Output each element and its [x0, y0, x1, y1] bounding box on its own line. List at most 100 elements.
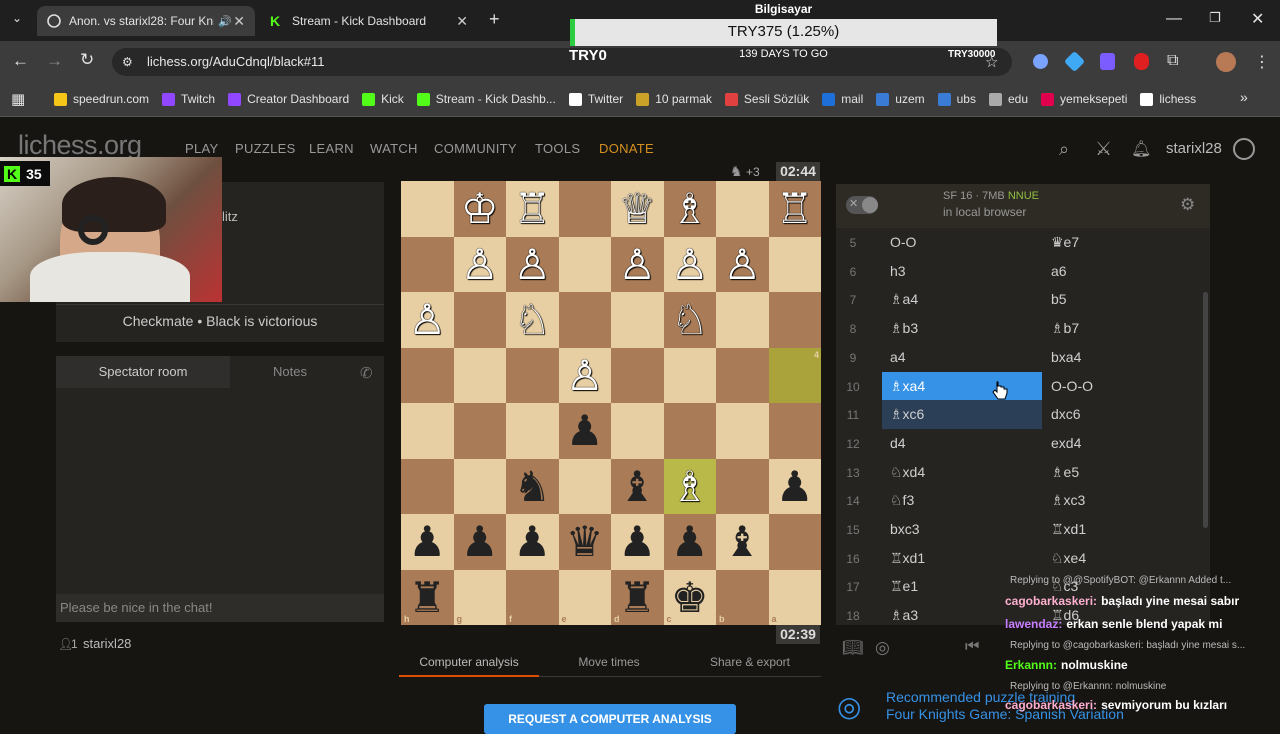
board-square[interactable] — [401, 403, 454, 459]
chess-piece[interactable]: ♝ — [611, 459, 664, 514]
opening-book-icon[interactable]: 📖︎ — [842, 638, 864, 658]
tab-move-times[interactable]: Move times — [539, 655, 679, 677]
chess-piece[interactable]: ♛ — [559, 514, 612, 569]
nav-play[interactable]: PLAY — [185, 141, 218, 156]
request-analysis-button[interactable]: REQUEST A COMPUTER ANALYSIS — [484, 704, 736, 734]
engine-toggle[interactable]: ✕ — [846, 196, 878, 214]
black-move[interactable]: ♗e5 — [1043, 458, 1203, 487]
chess-piece[interactable]: ♔ — [454, 181, 507, 236]
black-move[interactable]: b5 — [1043, 285, 1203, 314]
white-move[interactable]: d4 — [882, 429, 1042, 458]
apps-grid-icon[interactable]: ▦ — [11, 90, 25, 108]
white-move[interactable]: ♗xa4 — [882, 371, 1042, 401]
chat-settings-icon[interactable]: ✆ — [360, 364, 373, 382]
spectator-name[interactable]: starixl28 — [83, 636, 131, 651]
move-list-scrollbar[interactable] — [1203, 292, 1208, 528]
bookmark-item[interactable]: lichess — [1140, 92, 1196, 106]
chess-piece[interactable]: ♟ — [454, 514, 507, 569]
chess-piece[interactable]: ♝ — [716, 514, 769, 569]
board-square[interactable] — [611, 292, 664, 348]
board-square[interactable] — [401, 347, 454, 403]
bell-icon[interactable]: 🔔︎ — [1131, 139, 1151, 159]
chess-piece[interactable]: ♙ — [506, 237, 559, 292]
white-move[interactable]: O-O — [882, 228, 1042, 257]
black-move[interactable]: exd4 — [1043, 429, 1203, 458]
chess-piece[interactable]: ♟ — [559, 403, 612, 458]
extension-icon[interactable] — [1033, 54, 1048, 69]
forward-icon[interactable]: → — [46, 51, 63, 71]
chess-piece[interactable]: ♙ — [716, 237, 769, 292]
board-square[interactable] — [558, 236, 611, 292]
nav-community[interactable]: COMMUNITY — [434, 141, 517, 156]
first-move-icon[interactable]: ⏮ — [965, 638, 979, 656]
bookmark-item[interactable]: uzem — [876, 92, 925, 106]
board-square[interactable] — [716, 403, 769, 459]
tab-notes[interactable]: Notes — [230, 356, 350, 388]
nav-puzzles[interactable]: PUZZLES — [235, 141, 296, 156]
board-square[interactable] — [716, 347, 769, 403]
board-square[interactable] — [453, 403, 506, 459]
chess-piece[interactable]: ♙ — [401, 292, 454, 347]
board-square[interactable] — [401, 458, 454, 514]
chess-board[interactable]: ♔ ♖ ♕ ♗ ♖ ♙ ♙ ♙ ♙ ♙ ♙ ♘ ♘ ♙ ♟ ♞ ♝ ♗ ♟ ♟ ♟ ♟ ♛ ♟ ♟ ♝ ♜ ♜ ♚ 1 2 3 4 5 6 7 8 h g f… — [401, 181, 821, 625]
chess-piece[interactable]: ♙ — [559, 348, 612, 403]
white-move[interactable]: ♗xc6 — [882, 400, 1042, 429]
white-move[interactable]: ♗a4 — [882, 285, 1042, 314]
board-square[interactable] — [453, 292, 506, 348]
chess-piece[interactable]: ♘ — [664, 292, 717, 347]
nav-tools[interactable]: TOOLS — [535, 141, 580, 156]
chess-piece[interactable]: ♟ — [611, 514, 664, 569]
bookmark-item[interactable]: 10 parmak — [636, 92, 712, 106]
white-move[interactable]: a4 — [882, 343, 1042, 372]
nav-learn[interactable]: LEARN — [309, 141, 354, 156]
bookmark-item[interactable]: Twitter — [568, 92, 623, 106]
back-icon[interactable]: ← — [12, 51, 29, 71]
board-square[interactable] — [401, 236, 454, 292]
tab-spectator-room[interactable]: Spectator room — [56, 356, 230, 388]
board-square[interactable] — [611, 347, 664, 403]
chess-piece[interactable]: ♙ — [454, 237, 507, 292]
board-square[interactable] — [716, 458, 769, 514]
tab-search-icon[interactable]: ⌄ — [12, 11, 22, 25]
more-bookmarks-icon[interactable]: » — [1240, 89, 1248, 105]
chess-piece[interactable]: ♕ — [611, 181, 664, 236]
black-move[interactable]: bxa4 — [1043, 343, 1203, 372]
window-close-icon[interactable]: ✕ — [1251, 9, 1264, 29]
black-move[interactable]: ♗xc3 — [1043, 486, 1203, 515]
board-square[interactable] — [506, 569, 559, 625]
bookmark-item[interactable]: mail — [822, 92, 863, 106]
restore-icon[interactable]: ❐ — [1209, 10, 1221, 26]
chess-piece[interactable]: ♟ — [664, 514, 717, 569]
white-move[interactable]: ♗b3 — [882, 314, 1042, 343]
board-square[interactable] — [558, 458, 611, 514]
board-square[interactable] — [611, 403, 664, 459]
black-move[interactable]: dxc6 — [1043, 400, 1203, 429]
bookmark-item[interactable]: Sesli Sözlük — [724, 92, 809, 106]
white-move[interactable]: ♖xd1 — [882, 544, 1042, 573]
shield-extension-icon[interactable] — [1100, 53, 1115, 70]
bookmark-item[interactable]: speedrun.com — [54, 92, 149, 106]
chess-piece[interactable]: ♗ — [664, 459, 717, 514]
bookmark-item[interactable]: Creator Dashboard — [228, 92, 349, 106]
nav-donate[interactable]: DONATE — [599, 141, 654, 156]
bookmark-item[interactable]: Twitch — [162, 92, 215, 106]
black-move[interactable]: ♖xd1 — [1043, 515, 1203, 544]
swords-icon[interactable]: ⚔ — [1095, 138, 1112, 161]
chess-piece[interactable]: ♟ — [506, 514, 559, 569]
chess-piece[interactable]: ♘ — [506, 292, 559, 347]
new-tab-icon[interactable]: + — [489, 9, 500, 30]
black-move[interactable]: ♛e7 — [1043, 228, 1203, 257]
bookmark-item[interactable]: Stream - Kick Dashb... — [416, 92, 556, 106]
extension-icon[interactable] — [1134, 53, 1149, 70]
tab-share-export[interactable]: Share & export — [679, 655, 821, 677]
board-square[interactable] — [558, 292, 611, 348]
site-info-icon[interactable]: ⚙ — [122, 55, 133, 69]
board-square[interactable] — [453, 347, 506, 403]
board-square[interactable] — [558, 181, 611, 237]
tab-computer-analysis[interactable]: Computer analysis — [399, 655, 539, 677]
reload-icon[interactable]: ↻ — [80, 50, 94, 70]
chess-piece[interactable]: ♗ — [664, 181, 717, 236]
user-avatar-icon[interactable] — [1233, 138, 1255, 160]
profile-avatar[interactable] — [1216, 52, 1236, 72]
nav-watch[interactable]: WATCH — [370, 141, 418, 156]
